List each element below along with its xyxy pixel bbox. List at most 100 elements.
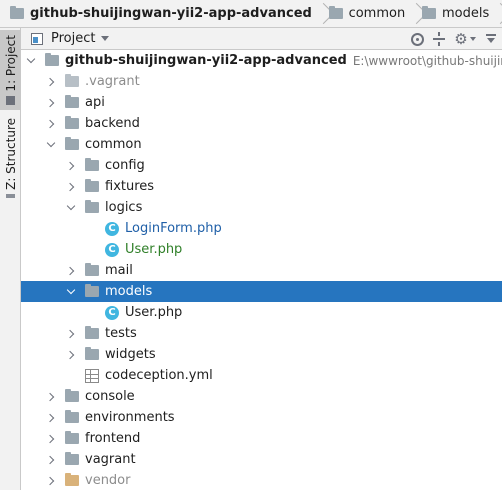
chevron-right-icon[interactable] [45, 453, 59, 467]
tree-row[interactable]: backend [21, 113, 502, 134]
chevron-right-icon[interactable] [45, 390, 59, 404]
breadcrumb-item-root[interactable]: github-shuijingwan-yii2-app-advanced [6, 3, 316, 25]
folder-icon [85, 263, 99, 276]
tab-project[interactable]: 1: Project [0, 30, 21, 110]
gear-icon[interactable]: ⚙ [454, 32, 468, 47]
tree-item-label: User.php [125, 242, 183, 257]
folder-icon [65, 389, 79, 402]
chevron-right-icon[interactable] [65, 180, 79, 194]
folder-icon [421, 6, 436, 19]
folder-icon [65, 116, 79, 129]
tree-item-label: tests [105, 326, 137, 341]
tree-row[interactable]: .vagrant [21, 71, 502, 92]
tree-row[interactable]: fixtures [21, 176, 502, 197]
tree-row-selected[interactable]: models [21, 281, 502, 302]
tree-row[interactable]: common [21, 134, 502, 155]
tab-project-label: 1: Project [3, 35, 18, 92]
tree-item-label: frontend [85, 431, 141, 446]
tree-item-label: logics [105, 200, 143, 215]
breadcrumb-item-common[interactable]: common [325, 3, 410, 25]
project-tree[interactable]: github-shuijingwan-yii2-app-advanced E:\w… [21, 50, 502, 490]
tree-item-label: LoginForm.php [125, 221, 222, 236]
tree-row[interactable]: codeception.yml [21, 365, 502, 386]
chevron-down-icon[interactable] [65, 285, 79, 299]
tree-row[interactable]: mail [21, 260, 502, 281]
breadcrumb-item-models[interactable]: models [418, 3, 493, 25]
tree-item-label: models [105, 284, 153, 299]
chevron-down-icon[interactable] [45, 138, 59, 152]
tree-item-label: common [85, 137, 142, 152]
tree-row[interactable]: vendor [21, 470, 502, 490]
chevron-right-icon[interactable] [45, 75, 59, 89]
structure-tab-icon [6, 193, 15, 198]
tree-row[interactable]: widgets [21, 344, 502, 365]
project-path: E:\wwwroot\github-shuijingwan- [352, 53, 502, 68]
breadcrumb-label: common [348, 6, 406, 21]
hide-tool-window-icon[interactable] [484, 32, 498, 46]
folder-icon [65, 95, 79, 108]
chevron-down-icon[interactable] [25, 54, 39, 68]
collapse-all-icon[interactable] [432, 32, 446, 46]
tree-row[interactable]: C LoginForm.php [21, 218, 502, 239]
dropdown-arrow-icon[interactable] [101, 36, 110, 41]
tree-row[interactable]: logics [21, 197, 502, 218]
locate-target-icon[interactable] [411, 32, 424, 46]
folder-icon [65, 410, 79, 423]
tree-item-label: vendor [85, 473, 131, 488]
tree-row[interactable]: vagrant [21, 449, 502, 470]
tool-window-strip: 1: Project Z: Structure [0, 28, 21, 490]
folder-icon [65, 473, 79, 486]
tree-item-label: codeception.yml [105, 368, 213, 383]
chevron-down-icon[interactable] [65, 201, 79, 215]
folder-icon [65, 137, 79, 150]
chevron-right-icon[interactable] [65, 264, 79, 278]
gear-dropdown-icon[interactable] [470, 37, 476, 41]
folder-icon [45, 53, 59, 66]
tree-item-label: fixtures [105, 179, 155, 194]
folder-icon [85, 200, 99, 213]
project-view-icon [31, 32, 43, 45]
breadcrumb-separator [411, 1, 414, 27]
breadcrumb-label: models [441, 6, 490, 21]
tree-item-label: mail [105, 263, 133, 278]
tree-item-label: github-shuijingwan-yii2-app-advanced [65, 53, 347, 68]
chevron-right-icon[interactable] [45, 474, 59, 488]
folder-icon [65, 74, 79, 87]
chevron-right-icon[interactable] [45, 432, 59, 446]
folder-icon [85, 179, 99, 192]
folder-icon [65, 452, 79, 465]
tree-row[interactable]: github-shuijingwan-yii2-app-advanced E:\w… [21, 50, 502, 71]
tree-item-label: api [85, 95, 105, 110]
php-class-icon: C [105, 221, 119, 236]
tree-row[interactable]: api [21, 92, 502, 113]
tree-row[interactable]: C User.php [21, 239, 502, 260]
project-view-selector[interactable]: Project [51, 31, 95, 46]
folder-icon [85, 326, 99, 339]
folder-icon [85, 158, 99, 171]
chevron-right-icon[interactable] [45, 411, 59, 425]
tree-row[interactable]: C User.php [21, 302, 502, 323]
chevron-right-icon[interactable] [45, 117, 59, 131]
tree-row[interactable]: tests [21, 323, 502, 344]
tree-row[interactable]: frontend [21, 428, 502, 449]
chevron-right-icon[interactable] [65, 327, 79, 341]
chevron-right-icon[interactable] [65, 348, 79, 362]
chevron-right-icon[interactable] [45, 96, 59, 110]
chevron-right-icon[interactable] [65, 159, 79, 173]
tree-item-label: vagrant [85, 452, 136, 467]
tab-structure[interactable]: Z: Structure [0, 118, 21, 198]
tree-row[interactable]: config [21, 155, 502, 176]
folder-icon [65, 431, 79, 444]
php-class-icon: C [105, 305, 119, 320]
tree-row[interactable]: environments [21, 407, 502, 428]
tree-item-label: User.php [125, 305, 183, 320]
tree-row[interactable]: console [21, 386, 502, 407]
breadcrumb-separator [495, 1, 498, 27]
tree-item-label: .vagrant [85, 74, 140, 89]
folder-icon [328, 6, 343, 19]
folder-icon [85, 347, 99, 360]
